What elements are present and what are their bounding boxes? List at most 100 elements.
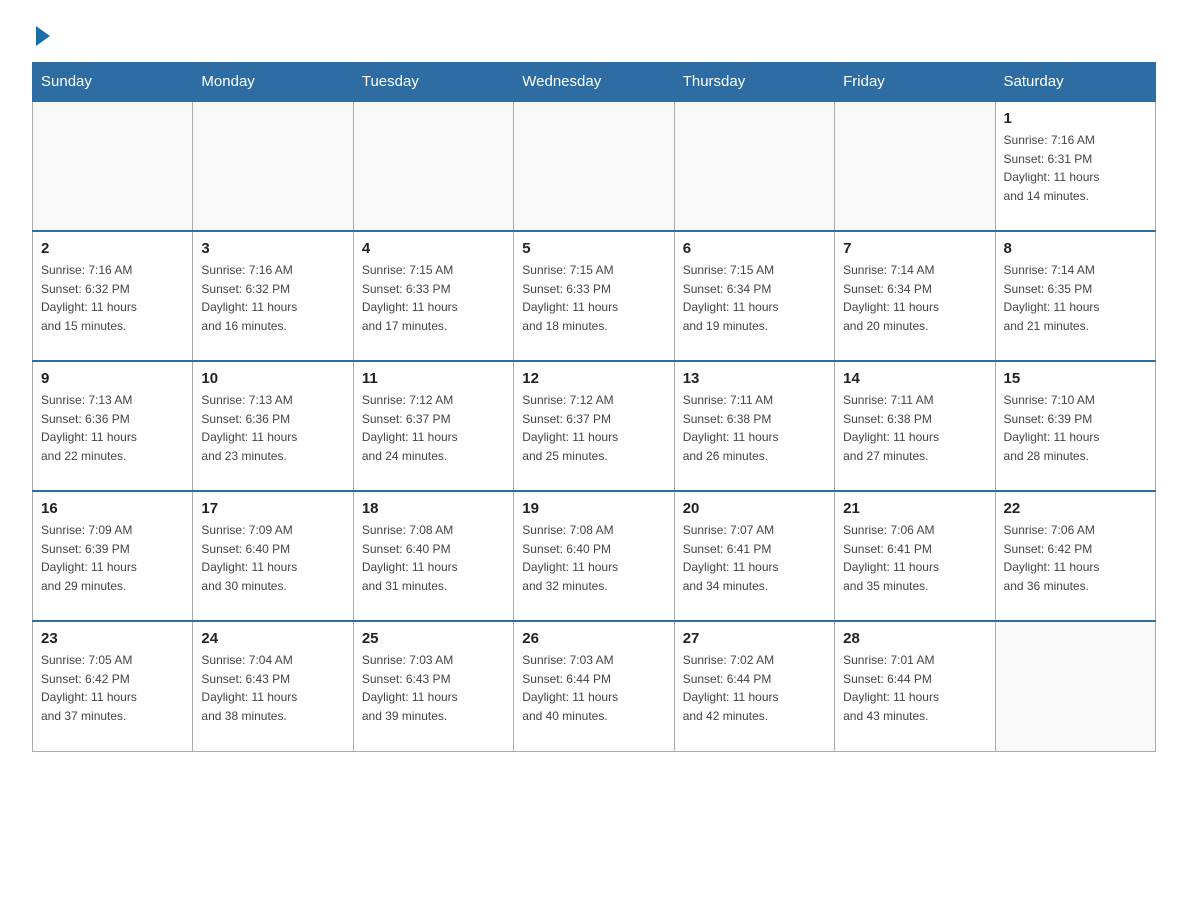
- calendar-day-cell: 25 Sunrise: 7:03 AM Sunset: 6:43 PM Dayli…: [353, 621, 513, 751]
- calendar-day-cell: [33, 101, 193, 231]
- calendar-day-cell: 27 Sunrise: 7:02 AM Sunset: 6:44 PM Dayli…: [674, 621, 834, 751]
- day-info: Sunrise: 7:11 AM Sunset: 6:38 PM Dayligh…: [843, 391, 986, 465]
- calendar-day-cell: 9 Sunrise: 7:13 AM Sunset: 6:36 PM Daylig…: [33, 361, 193, 491]
- calendar-day-cell: 16 Sunrise: 7:09 AM Sunset: 6:39 PM Dayli…: [33, 491, 193, 621]
- day-info: Sunrise: 7:03 AM Sunset: 6:43 PM Dayligh…: [362, 651, 505, 725]
- calendar-day-cell: 8 Sunrise: 7:14 AM Sunset: 6:35 PM Daylig…: [995, 231, 1155, 361]
- day-info: Sunrise: 7:11 AM Sunset: 6:38 PM Dayligh…: [683, 391, 826, 465]
- calendar-day-cell: 6 Sunrise: 7:15 AM Sunset: 6:34 PM Daylig…: [674, 231, 834, 361]
- day-info: Sunrise: 7:15 AM Sunset: 6:33 PM Dayligh…: [362, 261, 505, 335]
- day-number: 19: [522, 500, 665, 517]
- day-number: 17: [201, 500, 344, 517]
- day-number: 27: [683, 630, 826, 647]
- calendar-day-cell: 10 Sunrise: 7:13 AM Sunset: 6:36 PM Dayli…: [193, 361, 353, 491]
- day-info: Sunrise: 7:05 AM Sunset: 6:42 PM Dayligh…: [41, 651, 184, 725]
- calendar-day-cell: [353, 101, 513, 231]
- calendar-header-row: SundayMondayTuesdayWednesdayThursdayFrid…: [33, 63, 1156, 102]
- day-number: 2: [41, 240, 184, 257]
- calendar-day-cell: [514, 101, 674, 231]
- day-number: 18: [362, 500, 505, 517]
- day-of-week-header: Saturday: [995, 63, 1155, 102]
- day-number: 24: [201, 630, 344, 647]
- day-info: Sunrise: 7:12 AM Sunset: 6:37 PM Dayligh…: [362, 391, 505, 465]
- calendar-day-cell: [995, 621, 1155, 751]
- calendar-day-cell: 23 Sunrise: 7:05 AM Sunset: 6:42 PM Dayli…: [33, 621, 193, 751]
- day-info: Sunrise: 7:13 AM Sunset: 6:36 PM Dayligh…: [201, 391, 344, 465]
- day-number: 20: [683, 500, 826, 517]
- day-number: 16: [41, 500, 184, 517]
- day-info: Sunrise: 7:14 AM Sunset: 6:35 PM Dayligh…: [1004, 261, 1147, 335]
- calendar-day-cell: 13 Sunrise: 7:11 AM Sunset: 6:38 PM Dayli…: [674, 361, 834, 491]
- logo: [32, 24, 50, 42]
- day-info: Sunrise: 7:09 AM Sunset: 6:39 PM Dayligh…: [41, 521, 184, 595]
- day-number: 25: [362, 630, 505, 647]
- day-info: Sunrise: 7:09 AM Sunset: 6:40 PM Dayligh…: [201, 521, 344, 595]
- day-info: Sunrise: 7:06 AM Sunset: 6:42 PM Dayligh…: [1004, 521, 1147, 595]
- day-number: 5: [522, 240, 665, 257]
- day-info: Sunrise: 7:15 AM Sunset: 6:33 PM Dayligh…: [522, 261, 665, 335]
- day-info: Sunrise: 7:01 AM Sunset: 6:44 PM Dayligh…: [843, 651, 986, 725]
- day-number: 6: [683, 240, 826, 257]
- day-info: Sunrise: 7:04 AM Sunset: 6:43 PM Dayligh…: [201, 651, 344, 725]
- day-info: Sunrise: 7:13 AM Sunset: 6:36 PM Dayligh…: [41, 391, 184, 465]
- day-of-week-header: Tuesday: [353, 63, 513, 102]
- calendar-day-cell: 3Sunrise: 7:16 AM Sunset: 6:32 PM Daylig…: [193, 231, 353, 361]
- calendar-day-cell: 19 Sunrise: 7:08 AM Sunset: 6:40 PM Dayli…: [514, 491, 674, 621]
- day-info: Sunrise: 7:16 AM Sunset: 6:32 PM Dayligh…: [41, 261, 184, 335]
- day-number: 13: [683, 370, 826, 387]
- calendar-week-row: 16 Sunrise: 7:09 AM Sunset: 6:39 PM Dayli…: [33, 491, 1156, 621]
- calendar-day-cell: 18 Sunrise: 7:08 AM Sunset: 6:40 PM Dayli…: [353, 491, 513, 621]
- calendar-table: SundayMondayTuesdayWednesdayThursdayFrid…: [32, 62, 1156, 752]
- day-number: 3: [201, 240, 344, 257]
- day-info: Sunrise: 7:12 AM Sunset: 6:37 PM Dayligh…: [522, 391, 665, 465]
- day-info: Sunrise: 7:08 AM Sunset: 6:40 PM Dayligh…: [522, 521, 665, 595]
- calendar-day-cell: 5 Sunrise: 7:15 AM Sunset: 6:33 PM Daylig…: [514, 231, 674, 361]
- calendar-day-cell: 11 Sunrise: 7:12 AM Sunset: 6:37 PM Dayli…: [353, 361, 513, 491]
- day-number: 21: [843, 500, 986, 517]
- day-number: 8: [1004, 240, 1147, 257]
- day-number: 1: [1004, 110, 1147, 127]
- day-info: Sunrise: 7:02 AM Sunset: 6:44 PM Dayligh…: [683, 651, 826, 725]
- calendar-day-cell: 12 Sunrise: 7:12 AM Sunset: 6:37 PM Dayli…: [514, 361, 674, 491]
- day-number: 22: [1004, 500, 1147, 517]
- day-number: 9: [41, 370, 184, 387]
- day-number: 23: [41, 630, 184, 647]
- calendar-day-cell: [835, 101, 995, 231]
- calendar-day-cell: 17 Sunrise: 7:09 AM Sunset: 6:40 PM Dayli…: [193, 491, 353, 621]
- day-number: 4: [362, 240, 505, 257]
- day-number: 10: [201, 370, 344, 387]
- day-number: 12: [522, 370, 665, 387]
- calendar-week-row: 2 Sunrise: 7:16 AM Sunset: 6:32 PM Daylig…: [33, 231, 1156, 361]
- day-of-week-header: Friday: [835, 63, 995, 102]
- day-number: 7: [843, 240, 986, 257]
- calendar-week-row: 23 Sunrise: 7:05 AM Sunset: 6:42 PM Dayli…: [33, 621, 1156, 751]
- day-info: Sunrise: 7:07 AM Sunset: 6:41 PM Dayligh…: [683, 521, 826, 595]
- day-number: 28: [843, 630, 986, 647]
- calendar-day-cell: 22 Sunrise: 7:06 AM Sunset: 6:42 PM Dayli…: [995, 491, 1155, 621]
- day-info: Sunrise: 7:10 AM Sunset: 6:39 PM Dayligh…: [1004, 391, 1147, 465]
- calendar-day-cell: 4 Sunrise: 7:15 AM Sunset: 6:33 PM Daylig…: [353, 231, 513, 361]
- calendar-day-cell: [193, 101, 353, 231]
- logo-arrow-icon: [36, 26, 50, 46]
- calendar-day-cell: 7 Sunrise: 7:14 AM Sunset: 6:34 PM Daylig…: [835, 231, 995, 361]
- calendar-day-cell: 14 Sunrise: 7:11 AM Sunset: 6:38 PM Dayli…: [835, 361, 995, 491]
- day-number: 14: [843, 370, 986, 387]
- calendar-day-cell: 24 Sunrise: 7:04 AM Sunset: 6:43 PM Dayli…: [193, 621, 353, 751]
- calendar-day-cell: 21Sunrise: 7:06 AM Sunset: 6:41 PM Dayli…: [835, 491, 995, 621]
- day-info: Sunrise: 7:14 AM Sunset: 6:34 PM Dayligh…: [843, 261, 986, 335]
- day-number: 15: [1004, 370, 1147, 387]
- calendar-day-cell: [674, 101, 834, 231]
- calendar-day-cell: 26Sunrise: 7:03 AM Sunset: 6:44 PM Dayli…: [514, 621, 674, 751]
- calendar-day-cell: 1Sunrise: 7:16 AM Sunset: 6:31 PM Daylig…: [995, 101, 1155, 231]
- calendar-week-row: 9 Sunrise: 7:13 AM Sunset: 6:36 PM Daylig…: [33, 361, 1156, 491]
- day-of-week-header: Monday: [193, 63, 353, 102]
- page-header: [32, 24, 1156, 42]
- calendar-day-cell: 2 Sunrise: 7:16 AM Sunset: 6:32 PM Daylig…: [33, 231, 193, 361]
- calendar-day-cell: 15 Sunrise: 7:10 AM Sunset: 6:39 PM Dayli…: [995, 361, 1155, 491]
- day-info: Sunrise: 7:08 AM Sunset: 6:40 PM Dayligh…: [362, 521, 505, 595]
- day-number: 11: [362, 370, 505, 387]
- calendar-day-cell: 28 Sunrise: 7:01 AM Sunset: 6:44 PM Dayli…: [835, 621, 995, 751]
- calendar-day-cell: 20 Sunrise: 7:07 AM Sunset: 6:41 PM Dayli…: [674, 491, 834, 621]
- day-of-week-header: Thursday: [674, 63, 834, 102]
- day-info: Sunrise: 7:15 AM Sunset: 6:34 PM Dayligh…: [683, 261, 826, 335]
